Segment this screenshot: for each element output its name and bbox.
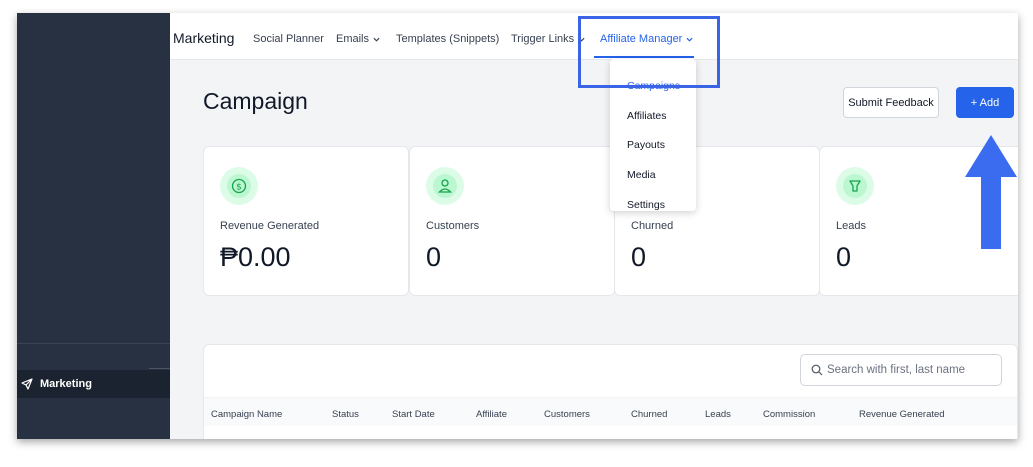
- menu-item-settings[interactable]: Settings: [627, 199, 665, 211]
- search-input[interactable]: Search with first, last name: [800, 354, 1002, 386]
- section-title: Marketing: [173, 30, 235, 46]
- stat-label: Customers: [426, 220, 480, 232]
- column-header[interactable]: Campaign Name: [211, 409, 282, 420]
- nav-social-planner[interactable]: Social Planner: [253, 33, 324, 45]
- campaign-table: Search with first, last name Campaign Na…: [203, 344, 1018, 439]
- menu-item-payouts[interactable]: Payouts: [627, 139, 665, 151]
- app-window: Marketing Marketing Social Planner Email…: [17, 13, 1018, 439]
- chevron-down-icon: [373, 37, 380, 42]
- search-placeholder: Search with first, last name: [827, 364, 966, 376]
- search-icon: [811, 364, 823, 376]
- highlight-box: [578, 16, 720, 88]
- sidebar-item-marketing[interactable]: Marketing: [17, 370, 170, 398]
- menu-item-media[interactable]: Media: [627, 169, 656, 181]
- column-header[interactable]: Commission: [763, 409, 815, 420]
- stat-value: 0: [426, 242, 442, 272]
- nav-templates[interactable]: Templates (Snippets): [396, 33, 499, 45]
- paper-plane-icon: [21, 378, 33, 390]
- sidebar-divider: [149, 368, 170, 369]
- menu-item-affiliates[interactable]: Affiliates: [627, 110, 667, 122]
- up-arrow-annotation: [965, 135, 1017, 249]
- table-header: Campaign Name Status Start Date Affiliat…: [204, 397, 1017, 426]
- stat-value: ₱0.00: [220, 242, 291, 272]
- nav-trigger-links[interactable]: Trigger Links: [511, 33, 585, 45]
- stat-card-revenue: $ Revenue Generated ₱0.00: [203, 146, 409, 296]
- column-header[interactable]: Revenue Generated: [859, 409, 945, 420]
- column-header[interactable]: Leads: [705, 409, 731, 420]
- dollar-icon: $: [231, 178, 247, 194]
- add-button[interactable]: + Add: [956, 87, 1014, 118]
- stat-value: 0: [836, 242, 852, 272]
- nav-emails[interactable]: Emails: [336, 33, 380, 45]
- submit-feedback-button[interactable]: Submit Feedback: [843, 87, 939, 118]
- svg-text:$: $: [236, 183, 242, 193]
- column-header[interactable]: Affiliate: [476, 409, 507, 420]
- stat-label: Leads: [836, 220, 866, 232]
- column-header[interactable]: Status: [332, 409, 359, 420]
- column-header[interactable]: Customers: [544, 409, 590, 420]
- sidebar-divider: [17, 343, 170, 344]
- stat-label: Churned: [631, 220, 674, 232]
- user-icon: [438, 179, 452, 193]
- stat-value: 0: [631, 242, 647, 272]
- lead-icon: [849, 180, 861, 192]
- stat-card-customers: Customers 0: [409, 146, 615, 296]
- sidebar-item-label: Marketing: [40, 378, 92, 390]
- column-header[interactable]: Churned: [631, 409, 667, 420]
- stat-label: Revenue Generated: [220, 220, 320, 232]
- sidebar: Marketing: [17, 13, 170, 439]
- column-header[interactable]: Start Date: [392, 409, 435, 420]
- page-title: Campaign: [203, 88, 308, 114]
